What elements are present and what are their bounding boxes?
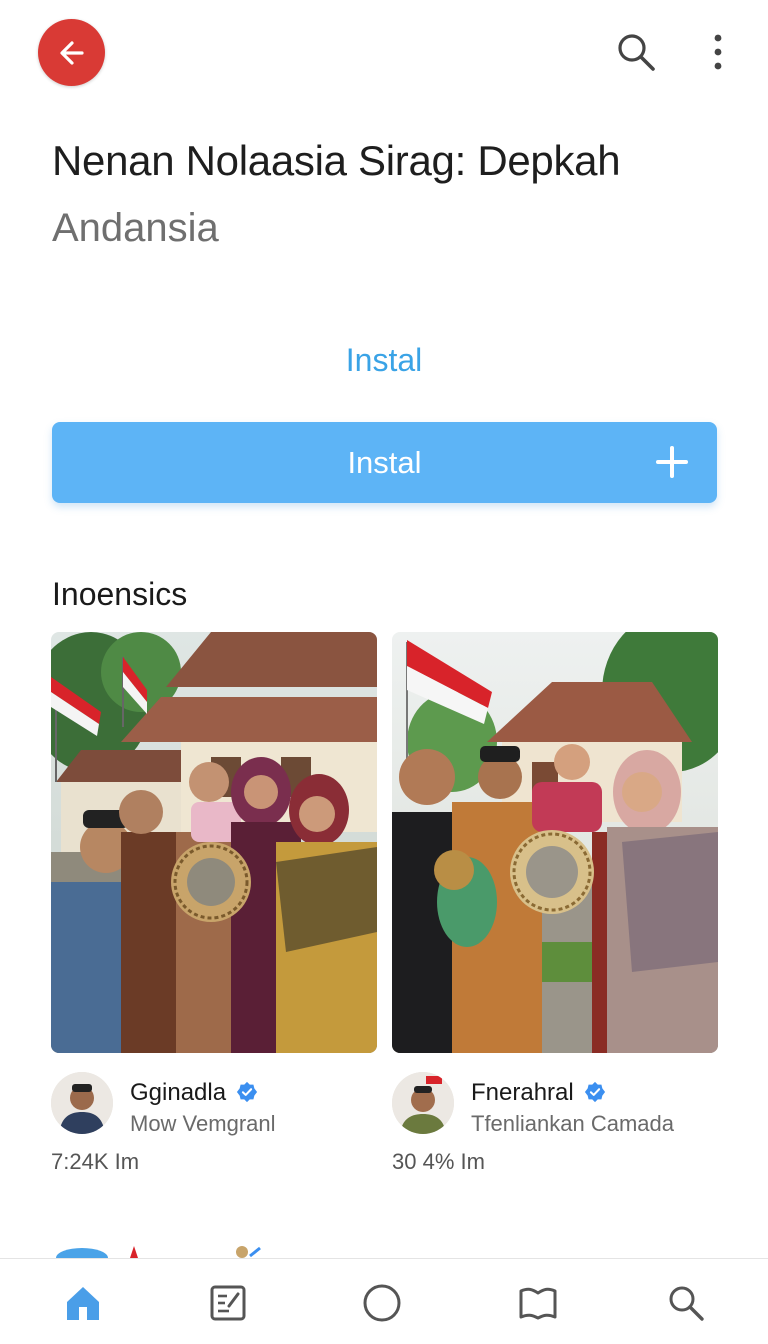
nav-notes[interactable]: [206, 1281, 250, 1325]
edit-note-icon: [210, 1285, 246, 1321]
author-name-line: Fnerahral: [471, 1078, 606, 1108]
bottom-navigation: [0, 1258, 768, 1344]
verified-badge-icon: [584, 1081, 605, 1103]
install-link[interactable]: Instal: [0, 340, 768, 380]
author-row[interactable]: Fnerahral Tfenliankan Camada: [392, 1072, 722, 1136]
home-icon: [67, 1287, 99, 1320]
install-button-label: Instal: [347, 444, 422, 480]
search-icon: [618, 34, 655, 71]
post-photo[interactable]: [51, 632, 377, 1053]
post-photo[interactable]: [392, 632, 718, 1053]
more-options-button[interactable]: [696, 30, 740, 74]
app-developer[interactable]: Andansia: [52, 205, 219, 251]
plus-icon: [656, 446, 688, 478]
search-icon: [669, 1286, 704, 1321]
post-card[interactable]: Gginadla Mow Vemgranl 7:24K Im: [51, 632, 377, 1174]
section-title: Inoensics: [52, 576, 188, 612]
back-button[interactable]: [38, 19, 105, 86]
nav-library[interactable]: [516, 1281, 560, 1325]
author-name: Fnerahral: [471, 1079, 574, 1106]
more-vertical-icon: [714, 34, 722, 70]
nav-search[interactable]: [664, 1281, 708, 1325]
verified-badge-icon: [236, 1081, 258, 1103]
author-subtitle: Mow Vemgranl: [130, 1111, 276, 1136]
install-button[interactable]: Instal: [52, 422, 717, 503]
author-row[interactable]: Gginadla Mow Vemgranl: [51, 1072, 381, 1136]
avatar[interactable]: [392, 1072, 454, 1134]
author-name-line: Gginadla: [130, 1078, 258, 1108]
author-subtitle: Tfenliankan Camada: [471, 1111, 675, 1136]
circle-icon: [363, 1284, 401, 1322]
post-meta: 30 4% Im: [392, 1149, 485, 1174]
app-title: Nenan Nolaasia Sirag: Depkah: [52, 137, 621, 184]
author-name: Gginadla: [130, 1079, 227, 1106]
post-meta: 7:24K Im: [51, 1149, 140, 1174]
avatar[interactable]: [51, 1072, 113, 1134]
search-button[interactable]: [614, 30, 658, 74]
post-card[interactable]: Fnerahral Tfenliankan Camada 30 4% Im: [392, 632, 718, 1174]
nav-circle[interactable]: [360, 1281, 404, 1325]
next-row-peek: [52, 1242, 352, 1258]
arrow-left-icon: [59, 40, 84, 65]
book-icon: [519, 1287, 557, 1320]
nav-home[interactable]: [61, 1281, 105, 1325]
